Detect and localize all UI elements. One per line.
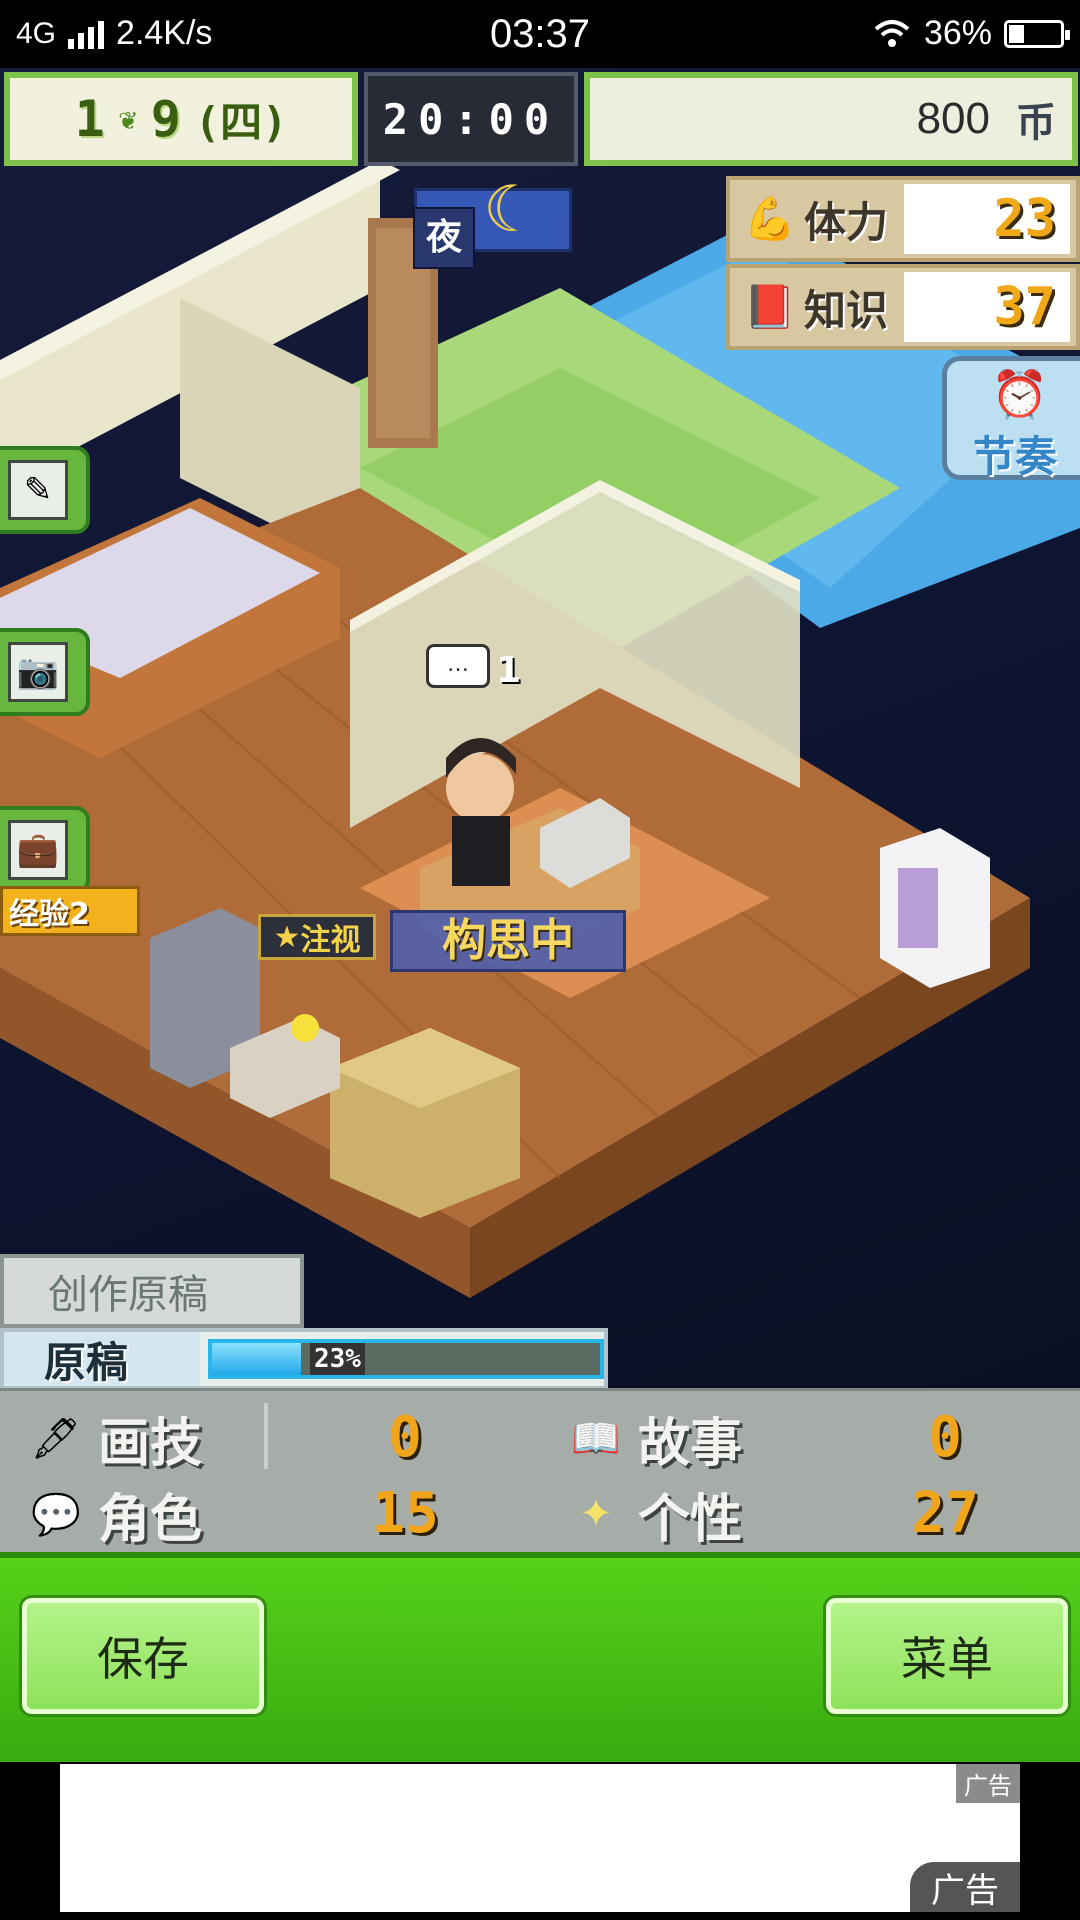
manuscript-progress: 原稿 23% <box>0 1328 608 1390</box>
star-icon: ★ <box>273 919 301 955</box>
skill-label: 个性 <box>638 1489 743 1550</box>
camera-icon: 📷 <box>8 642 68 702</box>
save-button[interactable]: 保存 <box>22 1598 264 1714</box>
camera-button[interactable]: 📷 <box>0 628 90 716</box>
progress-text: 23% <box>310 1343 365 1375</box>
divider <box>264 1403 268 1469</box>
leaf-icon: ❦ <box>118 101 137 137</box>
sparkle-icon: ✦ <box>579 1491 613 1537</box>
money-panel: 800 币 <box>584 72 1078 166</box>
skill-value: 15 <box>371 1481 439 1546</box>
money-value: 800 <box>916 94 990 143</box>
stats-panel: 💪 体力 23 📕 知识 37 <box>726 176 1080 352</box>
clock-value: 20:00 <box>382 94 560 144</box>
skill-character: 💬 角色 <box>24 1479 203 1550</box>
game-scene[interactable]: 1 ❦ 9 (四) 20:00 800 币 夜 ☾ 💪 体力 23 📕 知识 3… <box>0 68 1080 1388</box>
battery-percent: 36% <box>923 14 992 52</box>
character-icon: 💬 <box>31 1491 81 1538</box>
skill-personality: ✦ 个性 <box>564 1479 743 1550</box>
stat-knowledge: 📕 知识 37 <box>726 264 1080 350</box>
open-book-icon: 📖 <box>571 1415 621 1462</box>
rhythm-button[interactable]: ⏰ 节奏 <box>942 356 1080 481</box>
skill-value: 27 <box>911 1481 979 1546</box>
muscle-icon: 💪 <box>743 194 797 243</box>
day-value: 9 <box>150 90 181 148</box>
attention-text: 注视 <box>300 923 361 958</box>
briefcase-icon: 💼 <box>8 820 68 880</box>
status-bar: 4G 2.4K/s 03:37 36% <box>0 0 1080 68</box>
stat-label: 知识 <box>804 285 889 335</box>
attention-label: ★ 注视 <box>258 914 376 960</box>
clock-panel: 20:00 <box>364 72 578 166</box>
status-thinking-label: 构思中 <box>390 910 626 972</box>
notepad-pen-icon: ✎ <box>8 460 68 520</box>
date-panel: 1 ❦ 9 (四) <box>4 72 358 166</box>
edit-button[interactable]: ✎ <box>0 446 90 534</box>
skill-label: 角色 <box>98 1489 203 1550</box>
skill-value: 0 <box>388 1405 422 1470</box>
battery-level <box>1009 24 1025 43</box>
battery-icon <box>1004 19 1070 48</box>
moon-icon: ☾ <box>483 173 541 247</box>
pen-ink-icon: 🖋 <box>30 1415 82 1462</box>
ad-corner-badge[interactable]: 广告 <box>910 1862 1020 1912</box>
ad-area: 广告 广告 <box>0 1762 1080 1920</box>
manuscript-label: 原稿 <box>4 1332 200 1387</box>
progress-fill <box>212 1343 302 1375</box>
speech-bubble-icon[interactable]: … <box>426 644 490 688</box>
time-of-day-badge: 夜 ☾ <box>413 173 572 269</box>
skill-label: 故事 <box>638 1413 743 1474</box>
wifi-icon <box>874 19 910 47</box>
bubble-count: 1 <box>496 650 522 691</box>
skill-drawing: 🖋 画技 <box>24 1403 203 1474</box>
skill-label: 画技 <box>98 1413 203 1474</box>
night-label: 夜 <box>413 207 475 269</box>
menu-button[interactable]: 菜单 <box>826 1598 1068 1714</box>
stat-value: 23 <box>904 184 1070 254</box>
action-bar: 保存 菜单 <box>0 1552 1080 1768</box>
alarm-clock-icon: ⏰ <box>991 367 1049 421</box>
ad-banner[interactable]: 广告 广告 <box>60 1764 1020 1912</box>
currency-label: 币 <box>1016 100 1056 146</box>
rhythm-label: 节奏 <box>973 432 1058 481</box>
character-body <box>452 816 510 886</box>
book-icon: 📕 <box>743 282 797 331</box>
work-title: 创作原稿 <box>0 1254 304 1328</box>
skill-story: 📖 故事 <box>564 1403 743 1474</box>
stat-label: 体力 <box>804 197 889 247</box>
skill-value: 0 <box>928 1405 962 1470</box>
progress-bar: 23% <box>208 1339 604 1379</box>
month-value: 1 <box>74 90 105 148</box>
experience-badge: 经验2 <box>0 886 140 936</box>
status-right: 36% <box>872 14 1070 53</box>
stat-value: 37 <box>904 272 1070 342</box>
ad-tag: 广告 <box>956 1764 1020 1803</box>
briefcase-button[interactable]: 💼 <box>0 806 90 894</box>
stat-stamina: 💪 体力 23 <box>726 176 1080 262</box>
weekday-value: (四) <box>194 97 288 147</box>
skills-panel: 🖋 画技 0 📖 故事 0 💬 角色 15 ✦ 个性 27 <box>0 1388 1080 1552</box>
